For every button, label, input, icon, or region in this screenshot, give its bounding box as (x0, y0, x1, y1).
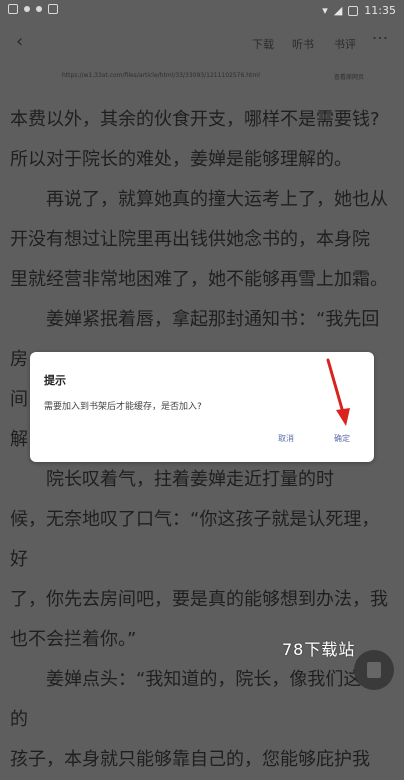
add-to-shelf-dialog: 提示 需要加入到书架后才能缓存，是否加入? 取消 确定 (30, 352, 374, 462)
page-url: https://w1.33at.com/files/article/html/3… (62, 72, 260, 79)
book-icon (367, 662, 381, 678)
back-arrow-icon[interactable]: ‹ (16, 31, 23, 52)
text-line: 再说了，就算她真的撞大运考上了，她也从 (46, 189, 388, 210)
battery-icon (348, 5, 359, 16)
dialog-message: 需要加入到书架后才能缓存，是否加入? (44, 402, 202, 412)
confirm-button[interactable]: 确定 (334, 433, 350, 444)
text-line: 姜婵点头：“我知道的，院长，像我们这样的 (10, 669, 380, 730)
download-button[interactable]: 下载 (252, 36, 274, 52)
text-line: 本费以外，其余的伙食开支，哪样不是需要钱? (10, 109, 380, 130)
signal-icon: ◢ (333, 4, 343, 17)
text-line: 了，你先去房间吧，要是真的能够想到办法，我 (10, 589, 388, 610)
watermark-logo: 78下载站 (282, 640, 356, 659)
clock: 11:35 (364, 4, 396, 17)
dialog-title: 提示 (44, 374, 66, 387)
url-bar: https://w1.33at.com/files/article/html/3… (0, 70, 404, 84)
more-options-icon[interactable]: ⋮ (371, 30, 390, 45)
text-line: 所以对于院长的难处，姜婵是能够理解的。 (10, 149, 352, 170)
settings-icon (24, 6, 30, 12)
floating-action-button[interactable] (354, 650, 394, 690)
text-line: 里就经营非常地困难了，她不能够再雪上加霜。 (10, 269, 388, 290)
text-line: 开没有想过让院里再出钱供她念书的，本身院 (10, 229, 370, 250)
wifi-icon: ▾ (322, 4, 328, 17)
view-original-link[interactable]: 查看原网页 (334, 72, 364, 81)
listen-button[interactable]: 听书 (292, 36, 314, 52)
text-line: 孩子，本身就只能够靠自己的，您能够庇护我 (10, 749, 370, 770)
cancel-button[interactable]: 取消 (278, 433, 294, 444)
text-line: 候，无奈地叹了口气：“你这孩子就是认死理，好 (10, 509, 380, 570)
reader-toolbar: ‹ 下载 听书 书评 ⋮ (0, 28, 404, 56)
review-button[interactable]: 书评 (334, 36, 356, 52)
app-icon (36, 6, 42, 12)
text-line: 院长叹着气，拄着姜婵走近打量的时 (46, 469, 334, 490)
notification-icon (8, 4, 18, 14)
status-bar: ▾ ◢ 11:35 (0, 0, 404, 24)
download-icon (48, 4, 58, 14)
annotation-arrow-icon (326, 358, 350, 426)
